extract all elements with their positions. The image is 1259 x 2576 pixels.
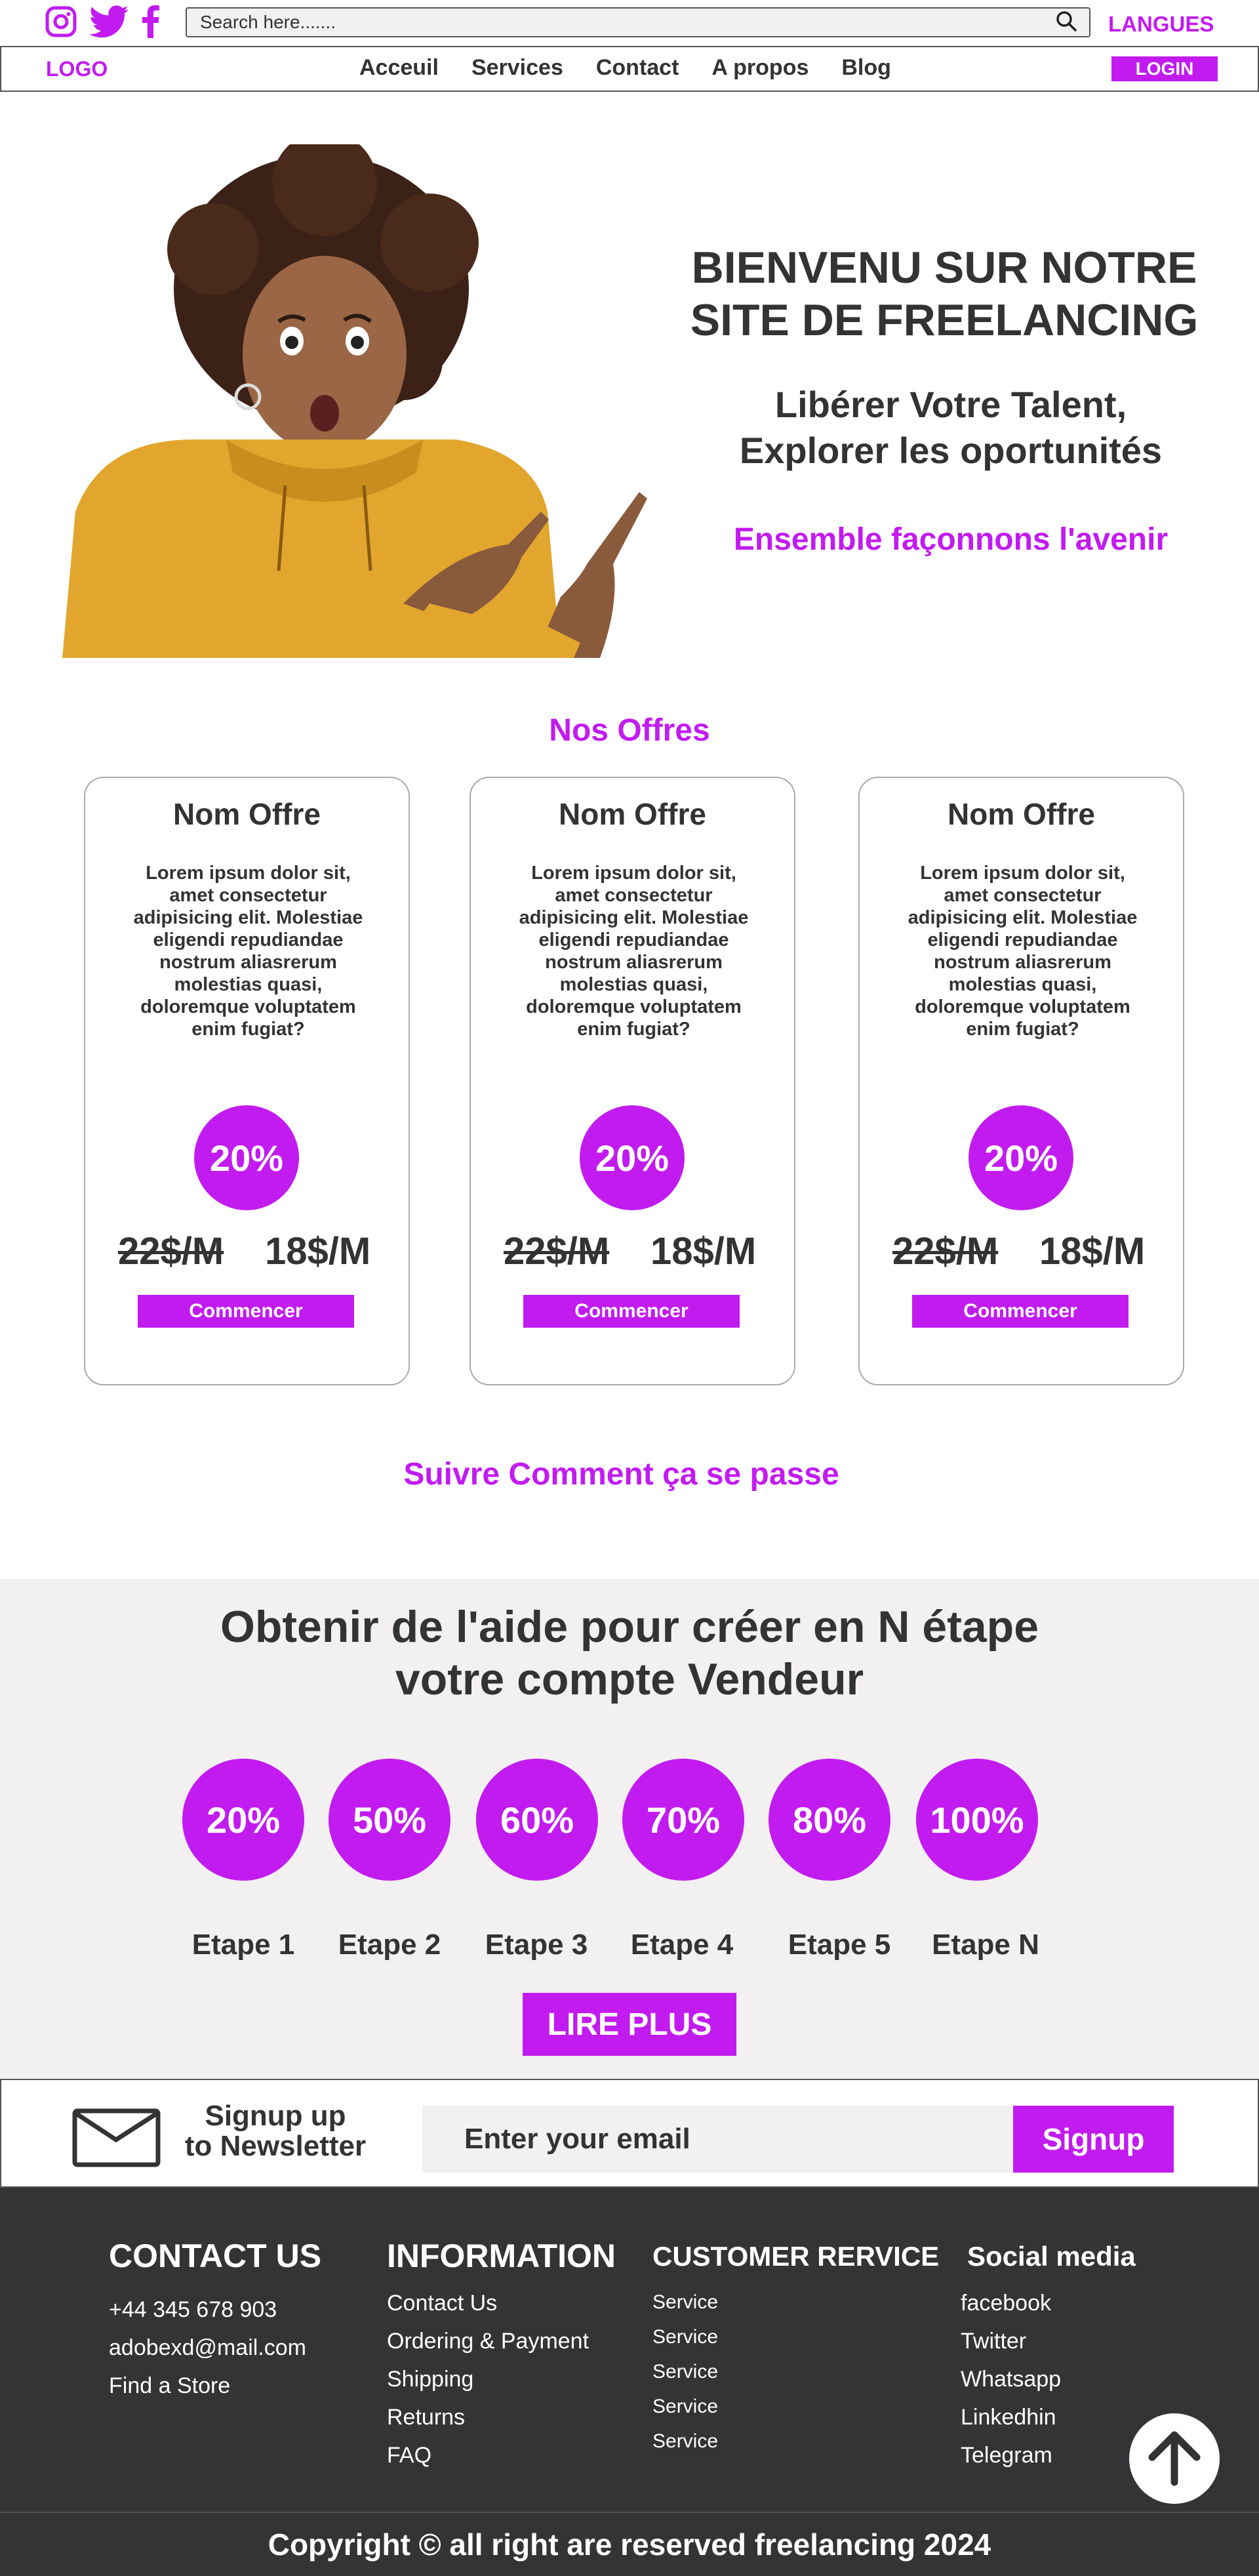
- step-label: Etape 5: [788, 1929, 891, 1961]
- step-progress-circle: 60%: [476, 1759, 598, 1881]
- offer-card: Nom Offre Lorem ipsum dolor sit, amet co…: [858, 777, 1184, 1385]
- mail-icon: [72, 2108, 161, 2171]
- offer-new-price: 18$/M: [265, 1230, 371, 1273]
- footer-service-link[interactable]: Service: [652, 2326, 718, 2348]
- nav-link-services[interactable]: Services: [471, 55, 563, 81]
- instagram-icon[interactable]: [45, 5, 77, 41]
- footer-social-telegram[interactable]: Telegram: [961, 2443, 1052, 2468]
- nav-link-acceuil[interactable]: Acceuil: [359, 55, 439, 81]
- offer-discount-badge: 20%: [194, 1105, 299, 1210]
- follow-title: Suivre Comment ça se passe: [403, 1457, 839, 1492]
- offers-title: Nos Offres: [549, 713, 710, 748]
- newsletter-signup-button[interactable]: Signup: [1013, 2106, 1174, 2173]
- hero-image: [62, 131, 652, 658]
- offer-name: Nom Offre: [559, 797, 706, 831]
- footer-service-link[interactable]: Service: [652, 2396, 718, 2418]
- scroll-to-top-button[interactable]: [1129, 2413, 1220, 2504]
- step-progress-circle: 70%: [622, 1759, 744, 1881]
- step-progress-circle: 80%: [769, 1759, 890, 1881]
- footer-link-contact-us[interactable]: Contact Us: [387, 2291, 497, 2316]
- footer-link-shipping[interactable]: Shipping: [387, 2367, 473, 2392]
- hero-title-line2: SITE DE FREELANCING: [690, 295, 1199, 345]
- logo[interactable]: LOGO: [46, 57, 108, 81]
- step-label: Etape 4: [630, 1929, 734, 1961]
- step-progress-circle: 20%: [182, 1759, 304, 1881]
- offer-new-price: 18$/M: [1039, 1230, 1146, 1273]
- footer-email[interactable]: adobexd@mail.com: [109, 2335, 306, 2361]
- twitter-icon[interactable]: [89, 5, 130, 41]
- social-links: [45, 5, 160, 41]
- footer-social-facebook[interactable]: facebook: [961, 2291, 1051, 2316]
- footer-service-link[interactable]: Service: [652, 2291, 718, 2314]
- step-label: Etape 1: [191, 1929, 295, 1961]
- offer-name: Nom Offre: [173, 797, 321, 831]
- newsletter-email-input[interactable]: Enter your email: [422, 2106, 1012, 2173]
- hero-accent: Ensemble façonnons l'avenir: [733, 522, 1169, 557]
- hero-subtitle-line2: Explorer les oportunités: [739, 430, 1163, 471]
- footer-link-returns[interactable]: Returns: [387, 2405, 465, 2430]
- offer-card: Nom Offre Lorem ipsum dolor sit, amet co…: [470, 777, 795, 1385]
- footer-social-twitter[interactable]: Twitter: [961, 2329, 1026, 2354]
- offer-new-price: 18$/M: [650, 1230, 757, 1273]
- footer-link-faq[interactable]: FAQ: [387, 2443, 431, 2468]
- footer-find-store[interactable]: Find a Store: [109, 2373, 230, 2399]
- steps-title: Obtenir de l'aide pour créer en N étape …: [131, 1601, 1128, 1706]
- step-label: Etape N: [932, 1929, 1039, 1961]
- offer-name: Nom Offre: [948, 797, 1095, 831]
- offer-card: Nom Offre Lorem ipsum dolor sit, amet co…: [84, 777, 410, 1385]
- login-button[interactable]: LOGIN: [1111, 56, 1218, 81]
- footer-social-linkedin[interactable]: Linkedhin: [961, 2405, 1056, 2430]
- steps-title-line1: Obtenir de l'aide pour créer en N étape: [220, 1602, 1039, 1652]
- arrow-up-icon: [1143, 2426, 1206, 2492]
- offer-description: Lorem ipsum dolor sit, amet consectetur …: [908, 863, 1138, 1040]
- newsletter-label-line1: Signup up: [205, 2100, 346, 2132]
- nav-link-a-propos[interactable]: A propos: [711, 55, 809, 81]
- offer-discount-badge: 20%: [969, 1105, 1073, 1210]
- nav-link-contact[interactable]: Contact: [596, 55, 679, 81]
- footer-service-link[interactable]: Service: [652, 2430, 718, 2453]
- footer-social-whatsapp[interactable]: Whatsapp: [961, 2367, 1061, 2392]
- hero-title: BIENVENU SUR NOTRE SITE DE FREELANCING: [656, 241, 1233, 346]
- search-bar[interactable]: [186, 7, 1090, 37]
- offer-old-price: 22$/M: [504, 1230, 610, 1273]
- steps-title-line2: votre compte Vendeur: [395, 1654, 864, 1704]
- footer-information-heading: INFORMATION: [387, 2238, 616, 2274]
- read-more-button[interactable]: LIRE PLUS: [523, 1993, 736, 2056]
- hero-subtitle: Libérer Votre Talent, Explorer les oport…: [656, 382, 1246, 474]
- hero-subtitle-line1: Libérer Votre Talent,: [774, 384, 1127, 425]
- footer-social-heading: Social media: [967, 2241, 1136, 2272]
- footer-contact-heading: CONTACT US: [109, 2238, 322, 2274]
- facebook-icon[interactable]: [142, 5, 160, 41]
- nav-link-blog[interactable]: Blog: [841, 55, 891, 81]
- step-label: Etape 3: [485, 1929, 588, 1961]
- offer-description: Lorem ipsum dolor sit, amet consectetur …: [519, 863, 749, 1040]
- offer-old-price: 22$/M: [892, 1230, 999, 1273]
- offer-start-button[interactable]: Commencer: [912, 1295, 1129, 1328]
- newsletter-label-line2: to Newsletter: [184, 2130, 367, 2162]
- step-progress-circle: 100%: [916, 1759, 1038, 1881]
- newsletter-label: Signup up to Newsletter: [177, 2101, 374, 2161]
- step-progress-circle: 50%: [329, 1759, 450, 1881]
- footer-phone[interactable]: +44 345 678 903: [109, 2297, 277, 2323]
- offer-start-button[interactable]: Commencer: [138, 1295, 354, 1328]
- footer-service-link[interactable]: Service: [652, 2361, 718, 2383]
- offer-discount-badge: 20%: [580, 1105, 685, 1210]
- offer-description: Lorem ipsum dolor sit, amet consectetur …: [133, 863, 363, 1040]
- languages-button[interactable]: LANGUES: [1108, 12, 1214, 37]
- nav-links: Acceuil Services Contact A propos Blog: [359, 55, 924, 81]
- footer-link-ordering-payment[interactable]: Ordering & Payment: [387, 2329, 589, 2354]
- step-label: Etape 2: [338, 1929, 441, 1961]
- offer-old-price: 22$/M: [118, 1230, 224, 1273]
- search-input[interactable]: [199, 11, 1055, 33]
- search-icon[interactable]: [1055, 10, 1077, 35]
- hero-title-line1: BIENVENU SUR NOTRE: [691, 243, 1197, 293]
- footer-customer-service-heading: CUSTOMER RERVICE: [652, 2241, 940, 2272]
- copyright: Copyright © all right are reserved freel…: [0, 2512, 1259, 2576]
- offer-start-button[interactable]: Commencer: [523, 1295, 740, 1328]
